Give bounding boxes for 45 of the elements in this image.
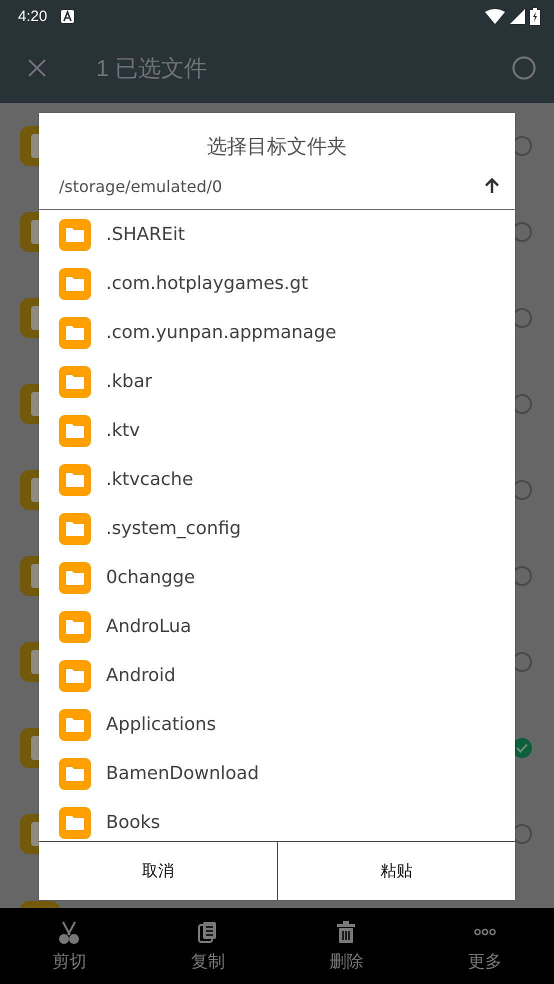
folder-icon [59,610,91,642]
folder-item[interactable]: .SHAREit [39,210,515,259]
dialog-title: 选择目标文件夹 [206,133,348,160]
scissors-icon [58,920,80,944]
folder-icon [59,562,91,594]
bottom-action[interactable]: 删除 [277,908,416,984]
folder-icon [59,316,91,348]
signal-icon [510,9,525,24]
bottom-action[interactable]: 剪切 [0,908,138,984]
bottom-action[interactable]: 更多 [416,908,554,984]
folder-item[interactable]: 0changge [39,553,515,602]
select-all-icon[interactable] [512,56,536,80]
toolbar-title: 1 已选文件 [96,54,208,82]
folder-item[interactable]: Applications [39,700,515,749]
copy-icon [198,920,218,942]
notification-icon [61,10,74,23]
folder-icon [59,758,91,790]
folder-item[interactable]: AndroLua [39,602,515,651]
wifi-icon [485,9,505,24]
up-arrow-icon[interactable] [485,178,499,194]
check-icon [516,743,528,753]
folder-item[interactable]: .kbar [39,357,515,406]
folder-icon [59,660,91,692]
folder-item[interactable]: .com.hotplaygames.gt [39,259,515,308]
folder-icon [59,464,91,496]
folder-icon [59,366,91,398]
folder-item[interactable]: .com.yunpan.appmanage [39,308,515,357]
folder-icon [59,806,91,838]
folder-icon [59,512,91,544]
more-icon [474,928,496,936]
battery-icon [530,8,540,25]
folder-icon [59,708,91,740]
folder-item[interactable]: Android [39,651,515,700]
folder-item[interactable]: BamenDownload [39,749,515,798]
folder-icon [59,218,91,250]
folder-item[interactable]: .ktv [39,406,515,455]
folder-icon [59,268,91,300]
status-time: 4:20 [18,8,48,25]
folder-path: /storage/emulated/0 [59,176,222,196]
close-icon[interactable] [28,59,46,77]
folder-item[interactable]: .system_config [39,504,515,553]
trash-icon [337,920,356,942]
bottom-action[interactable]: 复制 [138,908,277,984]
folder-item[interactable]: .ktvcache [39,455,515,504]
folder-icon [59,414,91,446]
